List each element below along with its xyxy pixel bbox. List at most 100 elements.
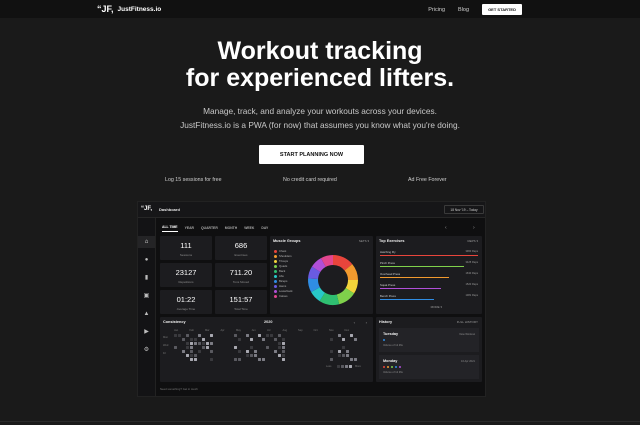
heatmap-cell [278,354,281,357]
donut-slice [308,278,321,293]
heatmap-cell [274,350,277,353]
legend-item: Chest [274,249,286,253]
bell-icon[interactable]: ▲ [143,311,150,318]
info-icon[interactable]: ● [143,257,150,264]
top-exercises-more-button[interactable]: MORE ▾ [431,305,442,309]
heatmap-cell [182,350,185,353]
hero-title-line-2: for experienced lifters. [185,64,455,92]
muscle-dot [383,366,385,368]
legend-label: Quads [279,264,288,268]
get-started-button[interactable]: GET STARTED [482,4,522,15]
stat-label: Exercises [234,253,248,257]
heatmap-cell [282,358,285,361]
tab-all-time[interactable]: ALL TIME [162,223,178,232]
heatmap-cell [254,354,257,357]
hero-title: Workout tracking for experienced lifters… [0,38,640,92]
tab-day[interactable]: DAY [261,224,268,232]
start-planning-button[interactable]: START PLANNING NOW [259,145,364,164]
tab-year[interactable]: YEAR [185,224,194,232]
muscle-groups-donut-chart [308,255,358,305]
tab-week[interactable]: WEEK [244,224,254,232]
history-muscle-dots [383,366,401,368]
heatmap-cell [342,346,345,349]
heatmap-cell [278,334,281,337]
legend-dot [274,249,277,253]
donut-slice [332,255,353,271]
muscle-groups-metric-select[interactable]: SETS ▾ [359,239,369,243]
history-entry[interactable]: Tuesday View Workout Volume of 12 lifts [379,328,479,352]
heatmap-cell [202,338,205,341]
tab-quarter[interactable]: QUARTER [201,224,218,232]
history-panel: History FULL HISTORY Tuesday View Workou… [376,317,482,382]
stat-label: Tons Moved [232,280,250,284]
history-meta: Volume of 12 lifts [383,344,403,347]
clipboard-icon[interactable]: ▮ [143,275,150,282]
settings-icon[interactable]: ⚙ [143,347,150,354]
heatmap-cell [210,334,213,337]
exercise-name: Pinch Press [380,261,395,265]
heatmap-cell [350,334,353,337]
heatmap-cell [194,338,197,341]
heatmap-legend-less: Less [326,365,332,368]
heatmap-legend-more: More [355,365,361,368]
legend-label: Calves [279,294,288,298]
heatmap-cell [350,358,353,361]
heatmap-cell [202,342,205,345]
home-icon[interactable]: ⌂ [143,239,150,246]
exercise-bar [380,299,434,300]
consistency-next-icon[interactable]: › [366,320,367,325]
history-entry[interactable]: Monday 16 Apr 2021 Volume of 12 lifts [379,355,479,379]
heatmap-cell [234,334,237,337]
heatmap-cell [246,354,249,357]
pager-next-icon[interactable]: › [473,225,475,231]
legend-dot [274,279,277,283]
heatmap-cell [190,338,193,341]
heatmap-cell [178,334,181,337]
muscle-groups-panel: Muscle Groups SETS ▾ Chest Shoulders Trice… [270,236,373,314]
donut-slice [311,258,327,273]
consistency-panel: Consistency 2020 ‹ › Jan Feb Mar Apr May Jun J… [160,317,373,382]
heatmap-cell [198,334,201,337]
heatmap-cell [246,350,249,353]
dashboard-logo-icon: “JF, [141,206,153,212]
play-icon[interactable]: ▶ [143,329,150,336]
top-exercises-metric-select[interactable]: REPS ▾ [467,239,478,243]
donut-slice [311,286,326,302]
heatmap-cell [234,358,237,361]
exercise-value: 1520 Reps [465,283,478,286]
hero-title-line-1: Workout tracking [217,37,423,65]
nav-links: Pricing Blog GET STARTED [428,4,522,15]
exercise-value: 1381 Reps [465,294,478,297]
trash-icon[interactable]: ▣ [143,293,150,300]
dashboard-preview: “JF, Dashboard 18 Nov '19 – Today ⌂ ● ▮ … [137,201,486,397]
stat-label: Sessions [179,253,193,257]
heatmap-cell [270,334,273,337]
logo[interactable]: “JF, JustFitness.io [97,4,161,14]
heatmap-cell [254,350,257,353]
nav-blog-link[interactable]: Blog [458,7,469,13]
full-history-link[interactable]: FULL HISTORY [457,320,478,324]
heatmap-cell [282,354,285,357]
heatmap-cell [330,338,333,341]
heatmap-cell [194,358,197,361]
history-day: Monday [383,359,398,363]
stat-label: Average Time [176,307,196,311]
exercise-bar [380,288,441,289]
stat-value: 01:22 [176,295,196,304]
nav-pricing-link[interactable]: Pricing [428,7,445,13]
consistency-prev-icon[interactable]: ‹ [354,320,355,325]
legend-dot [274,259,277,263]
tab-month[interactable]: MONTH [225,224,237,232]
heatmap-cell [186,354,189,357]
muscle-groups-title: Muscle Groups [273,239,301,243]
time-range-tabs: ALL TIME YEAR QUARTER MONTH WEEK DAY [162,223,268,232]
exercise-bar [380,255,478,256]
contact-link[interactable]: Need something? Get in touch [160,387,198,391]
legend-dot [274,264,277,268]
date-range-picker[interactable]: 18 Nov '19 – Today [444,205,484,214]
exercise-bar [380,266,465,267]
heatmap-cell [190,346,193,349]
heatmap-cell [274,338,277,341]
pager-prev-icon[interactable]: ‹ [445,225,447,231]
heatmap-cell [338,354,341,357]
